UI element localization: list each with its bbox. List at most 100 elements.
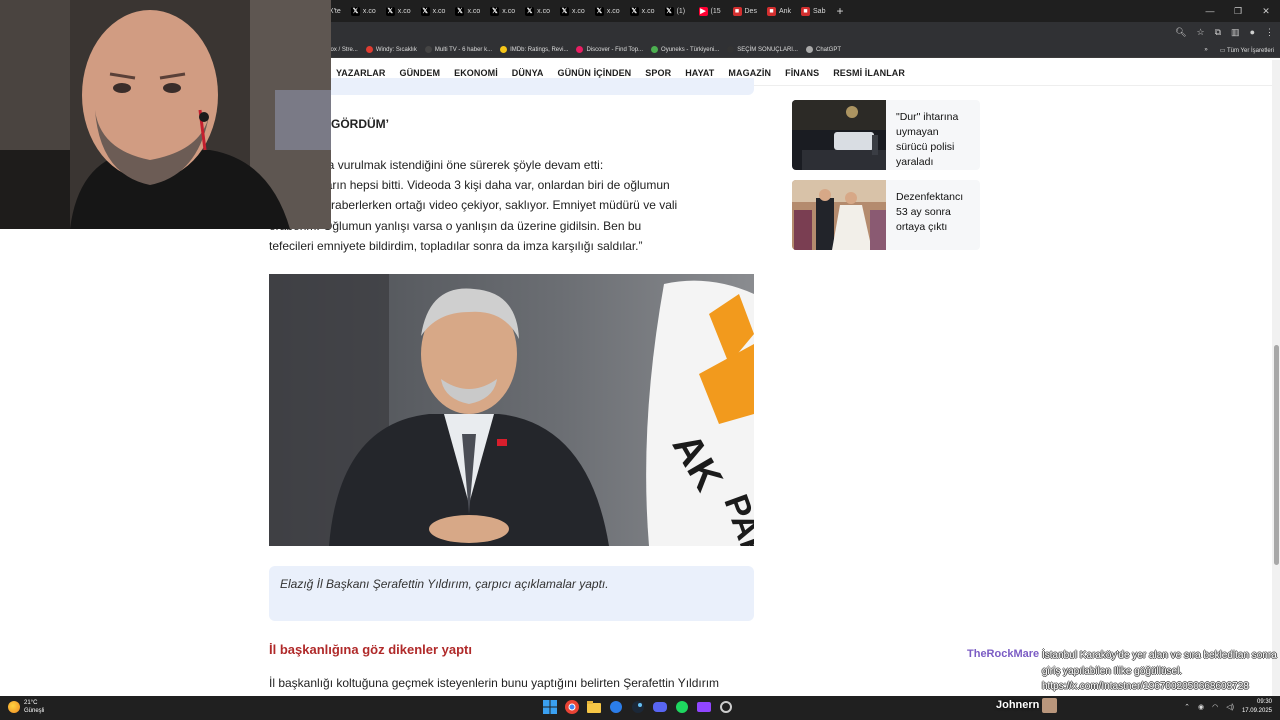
app-icon[interactable] bbox=[607, 698, 625, 716]
chat-username: TheRockMare bbox=[967, 648, 1040, 660]
star-icon[interactable]: ☆ bbox=[1197, 27, 1205, 38]
info-box bbox=[269, 78, 754, 95]
browser-tab[interactable]: 𝕏x.co bbox=[625, 0, 660, 22]
chat-username-2: Johnern bbox=[996, 699, 1040, 711]
bookmark-favicon-icon bbox=[500, 46, 508, 53]
tab-label: Ank bbox=[778, 7, 792, 15]
tab-label: x.co bbox=[537, 7, 550, 15]
weather-temp: 21°C bbox=[24, 700, 38, 706]
bookmark-item[interactable]: SEÇİM SONUÇLARI... bbox=[723, 46, 802, 53]
discord-icon[interactable] bbox=[651, 698, 669, 716]
minimize-icon[interactable]: — bbox=[1196, 0, 1224, 22]
weather-widget[interactable]: 21°C Güneşli bbox=[8, 699, 44, 715]
browser-tab[interactable]: 𝕏x.co bbox=[450, 0, 485, 22]
all-bookmarks-button[interactable]: ▭ Tüm Yer İşaretleri bbox=[1220, 47, 1274, 54]
browser-tab[interactable]: ▶ (15 bbox=[694, 0, 728, 22]
bookmark-favicon-icon bbox=[424, 46, 432, 53]
nav-item[interactable]: GÜNÜN İÇİNDEN bbox=[557, 68, 631, 78]
nav-item[interactable]: HAYAT bbox=[685, 68, 714, 78]
nav-item[interactable]: GÜNDEM bbox=[399, 68, 440, 78]
streamer-webcam-image bbox=[0, 0, 331, 229]
clock[interactable]: 09:30 17.09.2025 bbox=[1242, 698, 1272, 716]
browser-tab[interactable]: 𝕏x.co bbox=[485, 0, 520, 22]
tab-label: x.co bbox=[641, 7, 655, 15]
bookmark-label: IMDb: Ratings, Revi... bbox=[510, 46, 569, 53]
taskbar-apps bbox=[541, 698, 735, 716]
news-icon: ■ bbox=[801, 6, 811, 16]
file-explorer-icon[interactable] bbox=[585, 698, 603, 716]
article-photo: AK PART bbox=[269, 274, 754, 546]
extension-icon[interactable]: ⧉ bbox=[1215, 27, 1221, 38]
bookmark-item[interactable]: Discover - Find Top... bbox=[572, 46, 647, 53]
browser-tab[interactable]: 𝕏(1) bbox=[660, 0, 694, 22]
stream-app-icon[interactable] bbox=[695, 698, 713, 716]
tab-label: x.co bbox=[467, 7, 481, 15]
news-thumbnail bbox=[792, 180, 886, 250]
bookmark-item[interactable]: IMDb: Ratings, Revi... bbox=[496, 46, 572, 53]
related-news-card[interactable]: "Dur" ihtarına uymayan sürücü polisi yar… bbox=[792, 100, 980, 170]
screen: 𝕏x.co𝕏x.co𝕏(1)𝕏X'te𝕏x.co𝕏x.co𝕏x.co𝕏x.co𝕏… bbox=[0, 0, 1280, 720]
nav-item[interactable]: EKONOMİ bbox=[454, 68, 498, 78]
x-logo-icon: 𝕏 bbox=[385, 6, 395, 16]
scrollbar-thumb[interactable] bbox=[1274, 345, 1279, 565]
window-controls: — ❐ ✕ bbox=[1196, 0, 1280, 22]
news-icon: ■ bbox=[732, 6, 742, 16]
sidebar-icon[interactable]: ▥ bbox=[1231, 27, 1240, 38]
windows-start-icon[interactable] bbox=[541, 698, 559, 716]
bookmark-item[interactable]: ChatGPT bbox=[802, 46, 845, 53]
menu-icon[interactable]: ⋮ bbox=[1265, 27, 1274, 38]
chrome-icon[interactable] bbox=[563, 698, 581, 716]
browser-tab[interactable]: 𝕏x.co bbox=[381, 0, 416, 22]
bookmark-item[interactable]: Windy: Sıcaklık bbox=[362, 46, 421, 53]
spotify-icon[interactable] bbox=[673, 698, 691, 716]
bookmark-label: Windy: Sıcaklık bbox=[375, 46, 417, 53]
browser-tab[interactable]: 𝕏x.co bbox=[555, 0, 590, 22]
bookmarks-more-button[interactable]: » bbox=[1204, 47, 1207, 53]
profile-icon[interactable]: ● bbox=[1250, 27, 1255, 37]
bookmark-favicon-icon bbox=[805, 46, 813, 53]
tab-label: x.co bbox=[397, 7, 411, 15]
browser-tab[interactable]: 𝕏x.co bbox=[590, 0, 625, 22]
section-heading: İl başkanlığına göz dikenler yaptı bbox=[269, 642, 472, 657]
news-title: "Dur" ihtarına uymayan sürücü polisi yar… bbox=[896, 111, 959, 168]
bookmark-item[interactable]: Multi TV - 6 haber k... bbox=[421, 46, 496, 53]
related-news-card[interactable]: Dezenfektancı 53 ay sonra ortaya çıktı bbox=[792, 180, 980, 250]
address-bar-actions: 🔍︎ ☆ ⧉ ▥ ● ⋮ bbox=[1175, 22, 1274, 42]
nav-item[interactable]: DÜNYA bbox=[512, 68, 544, 78]
folder-icon: ▭ bbox=[1219, 47, 1227, 54]
browser-tab[interactable]: ■ Sab bbox=[796, 0, 830, 22]
steam-icon[interactable] bbox=[629, 698, 647, 716]
network-icon[interactable]: ◉ bbox=[1198, 703, 1204, 711]
close-icon[interactable]: ✕ bbox=[1252, 0, 1280, 22]
browser-tab[interactable]: 𝕏x.co bbox=[416, 0, 451, 22]
photo-caption: Elazığ İl Başkanı Şerafettin Yıldırım, ç… bbox=[269, 566, 754, 621]
browser-tab[interactable]: ■ Ank bbox=[762, 0, 796, 22]
article-line: ırım, oğluyla vurulmak istendiğini öne s… bbox=[269, 158, 604, 172]
browser-tab[interactable]: 𝕏x.co bbox=[346, 0, 381, 22]
nav-item[interactable]: MAGAZİN bbox=[728, 68, 771, 78]
wifi-icon[interactable]: ◠ bbox=[1212, 703, 1218, 711]
all-bookmarks-label: Tüm Yer İşaretleri bbox=[1226, 47, 1274, 54]
article-line: tefecileri emniyete bildirdim, topladıla… bbox=[269, 238, 643, 253]
browser-tab[interactable]: ■ Des bbox=[728, 0, 762, 22]
browser-tab[interactable]: 𝕏x.co bbox=[520, 0, 555, 22]
politician-photo: AK PART bbox=[269, 274, 754, 546]
chevron-up-icon[interactable]: ⌃ bbox=[1184, 703, 1190, 711]
volume-icon[interactable]: ◁) bbox=[1226, 703, 1234, 711]
x-logo-icon: 𝕏 bbox=[559, 6, 569, 16]
settings-icon[interactable] bbox=[717, 698, 735, 716]
nav-item[interactable]: YAZARLAR bbox=[336, 68, 385, 78]
police-scene-image bbox=[792, 100, 886, 170]
tab-label: x.co bbox=[432, 7, 446, 15]
bookmark-label: Oyuneks - Türkiyeni... bbox=[661, 46, 720, 53]
zoom-icon[interactable]: 🔍︎ bbox=[1175, 27, 1186, 38]
bookmark-item[interactable]: Oyuneks - Türkiyeni... bbox=[647, 46, 723, 53]
news-thumbnail bbox=[792, 100, 886, 170]
chat-message: İstanbul Karaköy'de yer alan ve sıra bek… bbox=[1042, 650, 1277, 692]
nav-item[interactable]: RESMİ İLANLAR bbox=[833, 68, 905, 78]
restore-icon[interactable]: ❐ bbox=[1224, 0, 1252, 22]
x-logo-icon: 𝕏 bbox=[629, 6, 639, 16]
nav-item[interactable]: SPOR bbox=[645, 68, 671, 78]
new-tab-button[interactable]: + bbox=[830, 4, 849, 18]
nav-item[interactable]: FİNANS bbox=[785, 68, 819, 78]
